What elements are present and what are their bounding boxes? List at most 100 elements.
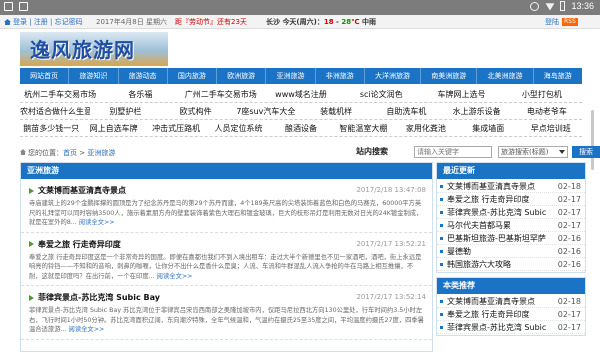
list-item[interactable]: 奉爱之旅 行走奇异印度 02-17 — [437, 193, 585, 206]
list-item-label[interactable]: 巴基斯坦旅游-巴基斯坦罕萨 — [447, 234, 546, 243]
link-item[interactable]: 7座suv汽车大全 — [231, 103, 301, 119]
list-item[interactable]: 马尔代夫首都马累 02-17 — [437, 219, 585, 232]
nav-item-south-america[interactable]: 南美洲旅游 — [421, 68, 478, 84]
panel-title: 亚洲旅游 — [21, 163, 432, 179]
list-item[interactable]: 曼德勒 02-16 — [437, 245, 585, 258]
mute-icon — [530, 1, 540, 11]
link-item[interactable]: sci论文润色 — [341, 86, 421, 102]
read-more-link[interactable]: 阅读全文>> — [79, 219, 115, 226]
nav-item-news[interactable]: 旅游动态 — [119, 68, 168, 84]
list-item-label[interactable]: 文莱博而基亚清真寺景点 — [447, 182, 535, 191]
article-item: 奉爱之旅 行走奇异印度 2017/2/17 13:52:21 奉爱之旅 行走奇异… — [21, 233, 432, 286]
bullet-icon — [440, 326, 443, 329]
link-item[interactable]: 人员定位系统 — [207, 120, 269, 136]
sidebar: 最近更新 文莱博而基亚清真寺景点 02-18 奉爱之旅 行走奇异印度 02-17 菲… — [436, 162, 586, 352]
link-row: 农村适合做什么生意 别墅护栏 欧式构件 7座suv汽车大全 装载机样 自助洗车机… — [20, 103, 582, 120]
bullet-icon — [440, 211, 443, 214]
bullet-icon — [440, 300, 443, 303]
link-item[interactable]: www域名注册 — [261, 86, 341, 102]
breadcrumb-search-bar: 您的位置：首页 > 亚洲旅游 站内搜索 旅游搜索(标题) 搜索 — [20, 146, 600, 160]
link-item[interactable]: 车牌网上选号 — [421, 86, 501, 102]
arrow-right-icon — [29, 294, 34, 301]
latest-updates-box: 最近更新 文莱博而基亚清真寺景点 02-18 奉爱之旅 行走奇异印度 02-17 菲… — [436, 162, 586, 273]
link-item[interactable]: 酿酒设备 — [270, 120, 332, 136]
link-item[interactable]: 小型打包机 — [502, 86, 582, 102]
article-title-text[interactable]: 菲律宾景点-苏比克湾 Subic Bay — [38, 292, 160, 303]
read-more-link[interactable]: 阅读全文>> — [157, 273, 193, 280]
recommend-box: 本类推荐 文莱博而基亚清真寺景点 02-18 奉爱之旅 行走奇异印度 02-17 菲… — [436, 277, 586, 336]
breadcrumb-home[interactable]: 首页 — [63, 149, 77, 157]
nav-item-home[interactable]: 网站首页 — [20, 68, 70, 84]
list-item-date: 02-18 — [555, 295, 581, 307]
nav-item-islands[interactable]: 海岛旅游 — [534, 68, 582, 84]
arrow-right-icon — [29, 187, 34, 194]
link-item[interactable]: 各乐福 — [100, 86, 180, 102]
nav-item-asia[interactable]: 亚洲旅游 — [266, 68, 316, 84]
search-type-select[interactable]: 旅游搜索(标题) — [498, 146, 568, 158]
account-links[interactable]: 登录 | 注册 | 忘记密码 — [4, 17, 83, 27]
list-item-label[interactable]: 韩国旅游六大攻略 — [447, 260, 511, 269]
link-item[interactable]: 智能温室大棚 — [332, 120, 394, 136]
account-links-text[interactable]: 登录 | 注册 | 忘记密码 — [13, 18, 83, 26]
link-item[interactable]: 网上自选车牌 — [82, 120, 144, 136]
list-item-label[interactable]: 曼德勒 — [447, 247, 471, 256]
nav-item-north-america[interactable]: 北美洲旅游 — [477, 68, 534, 84]
clock: 13:36 — [571, 1, 594, 11]
link-item[interactable]: 电动老爷车 — [512, 103, 582, 119]
link-item[interactable]: 广州二手车交易市场 — [181, 86, 261, 102]
link-item[interactable]: 集成墙面 — [457, 120, 519, 136]
list-item-label[interactable]: 菲律宾景点-苏比克湾 Subic — [447, 208, 546, 217]
notification-icons — [4, 2, 28, 11]
article-date: 2017/2/18 13:47:08 — [356, 186, 426, 194]
list-item[interactable]: 文莱博而基亚清真寺景点 02-18 — [437, 180, 585, 193]
list-item[interactable]: 奉爱之旅 行走奇异印度 02-17 — [437, 308, 585, 321]
login-link[interactable]: 登陆 — [545, 17, 559, 27]
nav-item-africa[interactable]: 非洲旅游 — [316, 68, 365, 84]
article-title-text[interactable]: 文莱博而基亚清真寺景点 — [38, 185, 126, 196]
list-item[interactable]: 文莱博而基亚清真寺景点 02-18 — [437, 295, 585, 308]
link-item[interactable]: 自助洗车机 — [371, 103, 441, 119]
nav-item-oceania[interactable]: 大洋洲旅游 — [365, 68, 422, 84]
link-item[interactable]: 农村适合做什么生意 — [20, 103, 90, 119]
article-date: 2017/2/17 13:52:14 — [356, 293, 426, 301]
chevron-down-icon — [559, 150, 565, 154]
list-item-label[interactable]: 菲律宾景点-苏比克湾 Subic — [447, 323, 546, 332]
page-scrollbar[interactable] — [591, 110, 594, 170]
nav-item-europe[interactable]: 欧洲旅游 — [217, 68, 267, 84]
android-status-bar: 13:36 — [0, 0, 600, 15]
link-item[interactable]: 欧式构件 — [161, 103, 231, 119]
list-item-label[interactable]: 马尔代夫首都马累 — [447, 221, 511, 230]
list-item-date: 02-17 — [555, 206, 581, 218]
link-item[interactable]: 别墅护栏 — [90, 103, 160, 119]
list-item[interactable]: 菲律宾景点-苏比克湾 Subic 02-17 — [437, 206, 585, 219]
list-item-date: 02-17 — [555, 321, 581, 333]
site-logo[interactable]: 逸风旅游网 — [30, 34, 135, 63]
link-item[interactable]: 鹅苗多少钱一只 — [20, 120, 82, 136]
link-item[interactable]: 杭州二手车交易市场 — [20, 86, 100, 102]
list-item[interactable]: 菲律宾景点-苏比克湾 Subic 02-17 — [437, 321, 585, 334]
link-item[interactable]: 水上游乐设备 — [442, 103, 512, 119]
list-item-label[interactable]: 奉爱之旅 行走奇异印度 — [447, 195, 530, 204]
search-input[interactable] — [414, 146, 492, 158]
link-item[interactable]: 家用化粪池 — [395, 120, 457, 136]
list-item[interactable]: 巴基斯坦旅游-巴基斯坦罕萨 02-16 — [437, 232, 585, 245]
list-item[interactable]: 韩国旅游六大攻略 02-16 — [437, 258, 585, 271]
breadcrumb-current[interactable]: 亚洲旅游 — [87, 149, 115, 157]
link-item[interactable]: 装载机样 — [301, 103, 371, 119]
bullet-icon — [440, 198, 443, 201]
wifi-icon — [545, 3, 555, 11]
bullet-icon — [440, 313, 443, 316]
read-more-link[interactable]: 阅读全文>> — [69, 326, 105, 333]
list-item-label[interactable]: 文莱博而基亚清真寺景点 — [447, 297, 535, 306]
article-item: 文莱博而基亚清真寺景点 2017/2/18 13:47:08 寺庙建筑上的29个… — [21, 179, 432, 233]
article-title-text[interactable]: 奉爱之旅 行走奇异印度 — [38, 239, 121, 250]
nav-item-knowledge[interactable]: 旅游知识 — [69, 68, 119, 84]
list-item-date: 02-17 — [555, 308, 581, 320]
link-item[interactable]: 冲击式压路机 — [145, 120, 207, 136]
link-item[interactable]: 早点培训班 — [520, 120, 582, 136]
list-item-date: 02-16 — [555, 245, 581, 257]
rss-badge[interactable]: RSS — [562, 18, 578, 26]
nav-item-domestic[interactable]: 国内旅游 — [168, 68, 218, 84]
search-button[interactable]: 搜索 — [572, 146, 600, 158]
list-item-label[interactable]: 奉爱之旅 行走奇异印度 — [447, 310, 530, 319]
